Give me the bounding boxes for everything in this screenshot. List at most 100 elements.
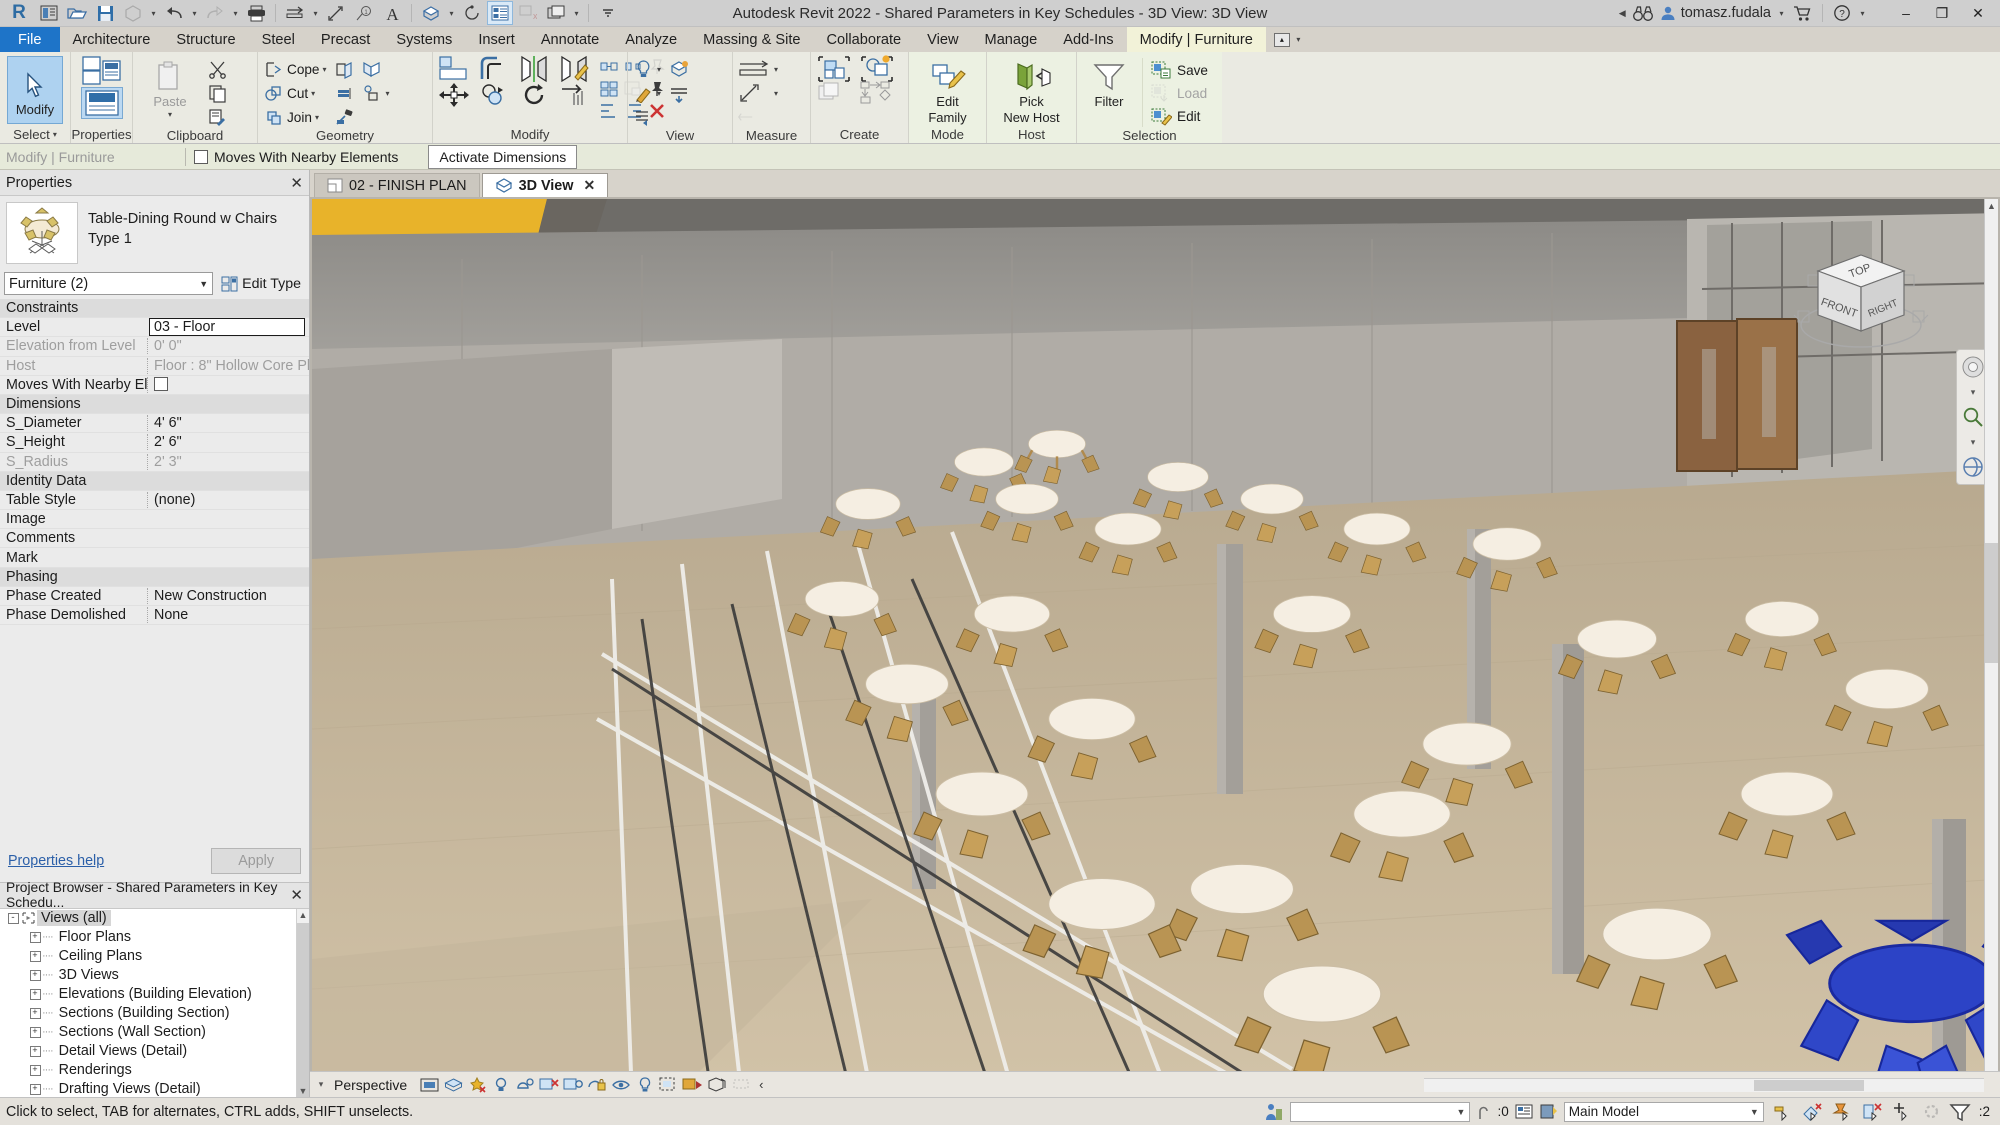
undo-icon[interactable] — [161, 1, 187, 25]
lock-3d-view-icon[interactable] — [585, 1074, 609, 1096]
tree-expander[interactable]: + — [28, 950, 42, 962]
viewport-vertical-scrollbar[interactable]: ▲ — [1984, 199, 1998, 1071]
3d-view-caret-icon[interactable]: ▾ — [446, 9, 457, 18]
chevron-down-icon[interactable]: ▼ — [199, 279, 208, 289]
3d-scene[interactable] — [312, 199, 1998, 1071]
split-element-button[interactable]: ▾ — [361, 82, 390, 104]
copy-clipboard-button[interactable] — [206, 82, 228, 104]
view-tab-3d-view[interactable]: 3D View ✕ — [481, 173, 609, 197]
property-row-image[interactable]: Image — [0, 510, 309, 530]
section-icon[interactable] — [459, 1, 485, 25]
view-cube[interactable]: TOP FRONT RIGHT — [1786, 237, 1936, 377]
pick-new-host-button[interactable]: Pick New Host — [991, 56, 1072, 125]
edit-selection-button[interactable]: Edit — [1150, 105, 1208, 127]
cut-geometry-button[interactable]: Cut ▾ — [262, 82, 327, 104]
edit-family-button[interactable]: Edit Family — [913, 56, 982, 125]
tab-massing-and-site[interactable]: Massing & Site — [690, 27, 813, 52]
tab-add-ins[interactable]: Add-Ins — [1050, 27, 1126, 52]
paste-caret-icon[interactable]: ▾ — [168, 110, 172, 119]
help-caret-icon[interactable]: ▾ — [1857, 9, 1868, 18]
navbar-caret-icon-2[interactable]: ▾ — [1960, 436, 1986, 448]
paint-button[interactable] — [334, 82, 356, 104]
design-option-chevron-icon[interactable]: ▼ — [1750, 1107, 1759, 1117]
save-icon[interactable] — [92, 1, 118, 25]
binoculars-icon[interactable] — [1632, 5, 1654, 22]
tree-scroll-thumb[interactable] — [297, 922, 309, 1097]
open-icon[interactable] — [64, 1, 90, 25]
paste-button[interactable]: Paste ▾ — [137, 56, 203, 119]
restore-button[interactable]: ❐ — [1924, 0, 1960, 26]
tree-expander[interactable]: + — [28, 1083, 42, 1095]
join-caret-icon[interactable]: ▾ — [315, 113, 319, 122]
properties-close-icon[interactable]: ✕ — [290, 174, 303, 192]
background-processes-icon[interactable] — [1922, 1102, 1941, 1121]
tab-steel[interactable]: Steel — [249, 27, 308, 52]
activate-dimensions-button[interactable]: Activate Dimensions — [428, 144, 578, 169]
save-as-icon[interactable] — [120, 1, 146, 25]
properties-help-link[interactable]: Properties help — [8, 853, 104, 869]
zoom-tools-icon[interactable] — [1960, 404, 1986, 430]
detail-level-icon[interactable] — [441, 1074, 465, 1096]
save-as-caret-icon[interactable]: ▾ — [148, 9, 159, 18]
moves-with-nearby-checkbox[interactable] — [194, 149, 208, 164]
undo-caret-icon[interactable]: ▾ — [189, 9, 200, 18]
filter-status-icon[interactable] — [1949, 1102, 1971, 1121]
property-value-s-height[interactable]: 2' 6" — [147, 434, 309, 451]
default-3d-view-icon[interactable] — [418, 1, 444, 25]
visual-style-icon[interactable] — [465, 1074, 489, 1096]
tab-view[interactable]: View — [914, 27, 971, 52]
apply-button[interactable]: Apply — [211, 847, 301, 874]
shadows-icon[interactable] — [513, 1074, 537, 1096]
property-row-s-diameter[interactable]: S_Diameter 4' 6" — [0, 414, 309, 434]
measure-between-caret-icon[interactable]: ▾ — [774, 65, 778, 74]
design-option-combo[interactable]: Main Model ▼ — [1563, 1101, 1764, 1122]
mirror-pick-axis-button[interactable] — [517, 55, 551, 83]
property-value-phase-demolished[interactable]: None — [147, 607, 309, 624]
tree-node-views-all[interactable]: - Views (all) — [0, 909, 309, 928]
measure-between-references-button[interactable]: ▾ — [737, 58, 778, 80]
rendering-dialog-icon[interactable] — [537, 1074, 561, 1096]
reveal-hidden-elements-icon[interactable] — [633, 1074, 657, 1096]
show-hidden-lines-button[interactable] — [668, 82, 690, 104]
minimize-button[interactable]: – — [1888, 0, 1924, 26]
switch-windows-caret-icon[interactable]: ▾ — [571, 9, 582, 18]
tree-node-ceiling-plans[interactable]: + ···· Ceiling Plans — [0, 947, 309, 966]
array-icon[interactable] — [598, 57, 620, 78]
split-face-button[interactable] — [334, 58, 356, 80]
show-analytical-model-icon[interactable] — [681, 1074, 705, 1096]
viewport-scroll-up-icon[interactable]: ▲ — [1985, 199, 1998, 213]
tree-expander[interactable]: + — [28, 1064, 42, 1076]
view-tab-finish-plan[interactable]: 02 - FINISH PLAN — [314, 173, 480, 197]
select-pinned-icon[interactable] — [1831, 1102, 1854, 1121]
workset-combo[interactable]: ▼ — [1290, 1101, 1471, 1122]
close-button[interactable]: ✕ — [1960, 0, 1996, 26]
ribbon-collapse-icon[interactable]: ▴ — [1273, 32, 1290, 47]
tree-expander[interactable]: + — [28, 931, 42, 943]
tree-node-detail-views-detail[interactable]: + ···· Detail Views (Detail) — [0, 1042, 309, 1061]
constraints-icon[interactable] — [729, 1074, 753, 1096]
cope-caret-icon[interactable]: ▾ — [323, 65, 327, 74]
exclude-options-icon[interactable] — [1540, 1103, 1558, 1120]
sun-path-icon[interactable] — [489, 1074, 513, 1096]
mirror-draw-axis-button[interactable] — [557, 55, 591, 83]
tab-analyze[interactable]: Analyze — [612, 27, 690, 52]
project-browser-close-icon[interactable]: ✕ — [290, 886, 303, 904]
tree-scroll-down-icon[interactable]: ▼ — [297, 1084, 309, 1097]
create-assembly-button[interactable] — [858, 81, 896, 104]
editable-only-icon[interactable] — [1476, 1103, 1491, 1121]
select-underlay-icon[interactable] — [1802, 1102, 1824, 1121]
drag-elements-icon[interactable] — [1892, 1102, 1914, 1121]
measure-caret-icon[interactable]: ▾ — [310, 9, 321, 18]
tag-icon[interactable]: 1 — [351, 1, 377, 25]
tab-precast[interactable]: Precast — [308, 27, 383, 52]
cope-button[interactable]: Cope ▾ — [262, 58, 327, 80]
move-button[interactable] — [437, 83, 471, 107]
render-icon[interactable] — [561, 1074, 585, 1096]
ribbon-display-options[interactable]: ▴ ▾ — [1266, 27, 1312, 52]
workset-chevron-icon[interactable]: ▼ — [1457, 1107, 1466, 1117]
offset-button[interactable] — [477, 56, 511, 80]
copy-button[interactable] — [477, 84, 511, 106]
view-tab-close-icon[interactable]: ✕ — [584, 177, 596, 194]
search-collapse-icon[interactable]: ◀ — [1619, 8, 1626, 19]
property-value-level[interactable]: 03 - Floor — [149, 318, 305, 337]
